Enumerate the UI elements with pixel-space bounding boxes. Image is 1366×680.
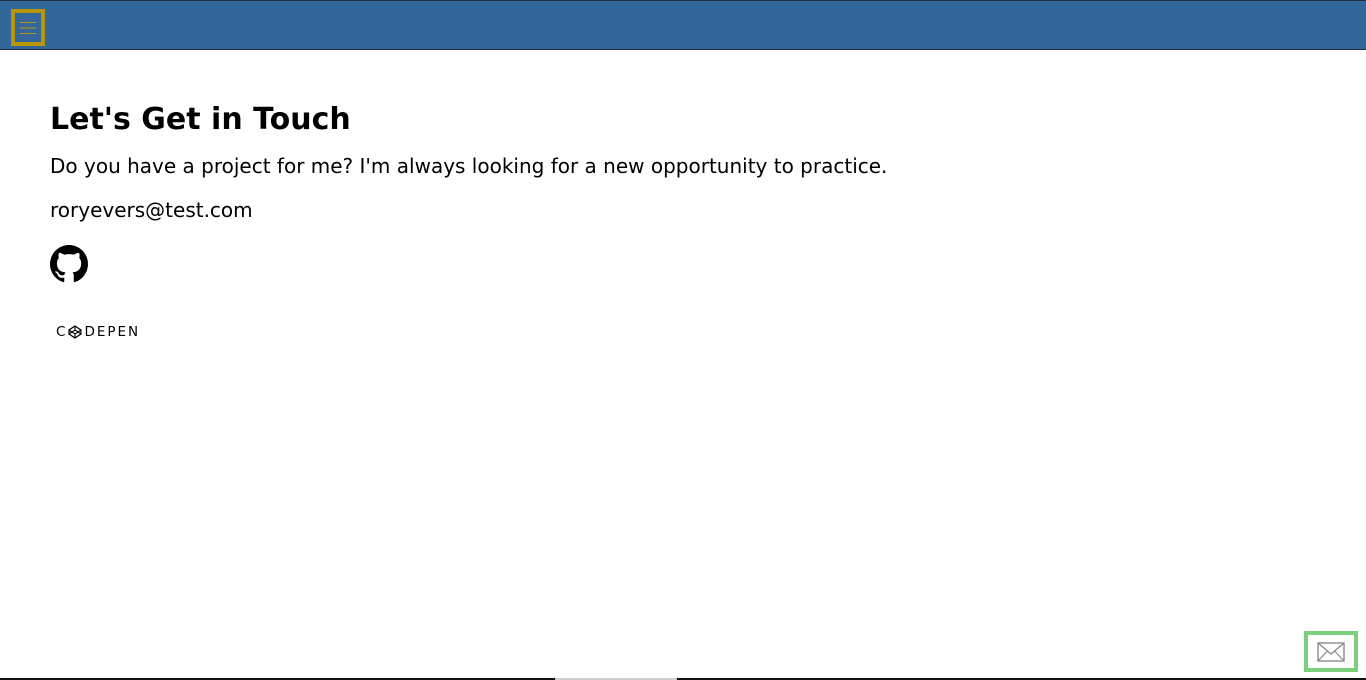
envelope-icon bbox=[1317, 641, 1345, 662]
github-icon[interactable] bbox=[50, 245, 88, 283]
hamburger-icon bbox=[20, 21, 36, 34]
codepen-icon bbox=[68, 325, 83, 339]
contact-section: Let's Get in Touch Do you have a project… bbox=[50, 102, 1250, 340]
email-link[interactable]: roryevers@test.com bbox=[50, 198, 1250, 222]
top-navbar bbox=[0, 0, 1366, 50]
codepen-link[interactable]: C DEPEN bbox=[56, 322, 140, 342]
mail-button[interactable] bbox=[1304, 631, 1358, 672]
codepen-label-suffix: DEPEN bbox=[84, 324, 141, 340]
page: Let's Get in Touch Do you have a project… bbox=[0, 0, 1366, 680]
page-title: Let's Get in Touch bbox=[50, 102, 351, 137]
codepen-label-prefix: C bbox=[56, 324, 68, 340]
menu-toggle-button[interactable] bbox=[11, 9, 45, 46]
intro-text: Do you have a project for me? I'm always… bbox=[50, 154, 888, 178]
